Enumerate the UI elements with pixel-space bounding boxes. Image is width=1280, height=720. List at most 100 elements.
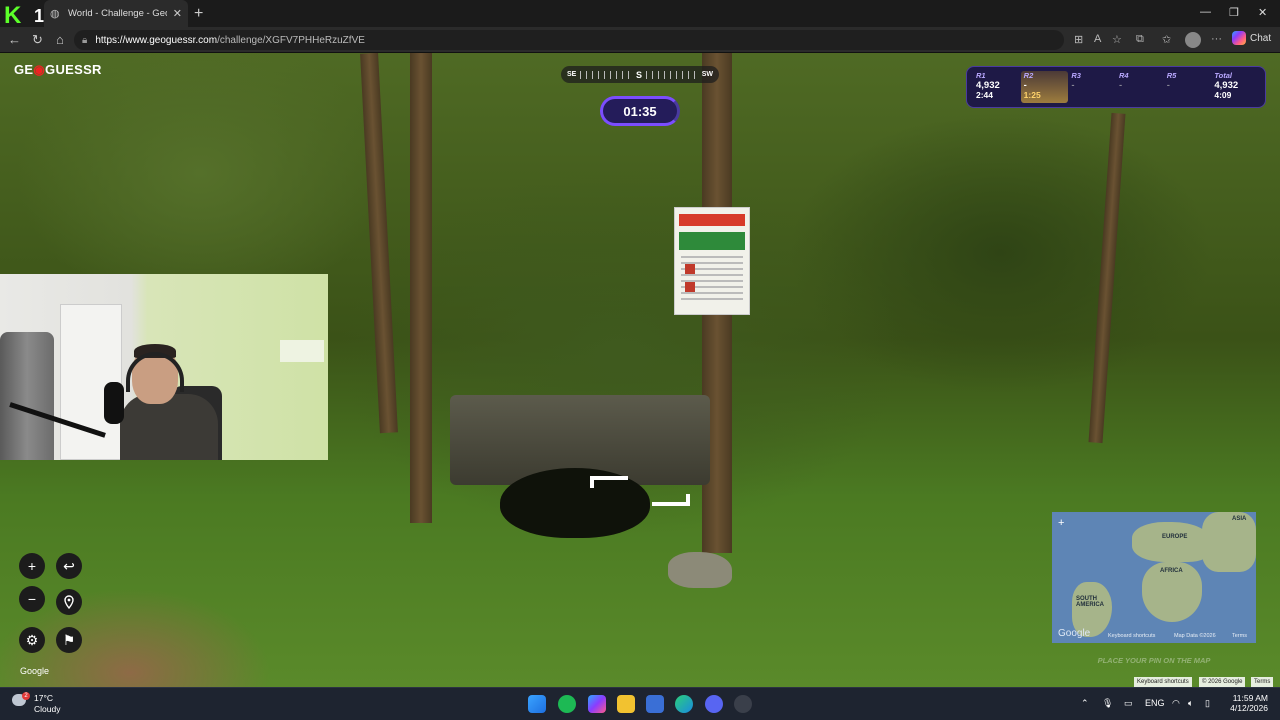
- copilot-taskbar-icon[interactable]: [588, 695, 606, 713]
- undo-move-button[interactable]: ↩: [56, 553, 82, 579]
- round-total: Total 4,932 4:09: [1211, 71, 1259, 103]
- profile-avatar[interactable]: [1185, 32, 1201, 48]
- round-r2: R2 - 1:25: [1020, 71, 1069, 103]
- round-label: R3: [1071, 71, 1081, 80]
- weather-condition[interactable]: Cloudy: [34, 704, 60, 714]
- browser-tab-bar: K 1 ◍ World - Challenge - GeoGues ✕ + — …: [0, 0, 1280, 28]
- geoguessr-logo[interactable]: GE◉GUESSR: [14, 62, 102, 78]
- overlay-one: 1: [34, 6, 45, 26]
- round-r5: R5 -: [1164, 71, 1212, 103]
- round-r4: R4 -: [1116, 71, 1164, 103]
- read-aloud-icon[interactable]: A: [1094, 33, 1101, 45]
- extensions-icon[interactable]: ⧉: [1136, 33, 1144, 46]
- map-label-europe: EUROPE: [1162, 534, 1188, 540]
- roadside-poster: [674, 207, 750, 315]
- start-menu-icon[interactable]: [528, 695, 546, 713]
- language-indicator[interactable]: ENG: [1145, 698, 1165, 708]
- minimap-expand-icon[interactable]: +: [1058, 517, 1064, 529]
- settings-button[interactable]: ⚙: [19, 627, 45, 653]
- microphone-icon[interactable]: 🎙︎: [1102, 698, 1113, 709]
- system-clock[interactable]: 11:59 AM 4/12/2026: [1224, 693, 1268, 713]
- tab-close-icon[interactable]: ✕: [173, 7, 182, 20]
- url-text: https://www.geoguessr.com/challenge/XGFV…: [95, 35, 365, 46]
- chat-label: Chat: [1250, 32, 1272, 44]
- microphone: [104, 382, 124, 424]
- map-label-south-america: SOUTH AMERICA: [1076, 596, 1104, 608]
- clock-time: 11:59 AM: [1232, 693, 1268, 703]
- show-hidden-icons[interactable]: ⌃: [1081, 698, 1089, 709]
- volume-icon[interactable]: 🔈︎: [1188, 698, 1193, 709]
- minimap-google-brand: Google: [1058, 628, 1091, 639]
- app-available-icon[interactable]: ⊞: [1074, 33, 1083, 46]
- clock-date: 4/12/2026: [1230, 703, 1268, 713]
- spotify-icon[interactable]: [558, 695, 576, 713]
- weather-temperature[interactable]: 17°C: [34, 693, 53, 703]
- map-label-asia: ASIA: [1232, 516, 1247, 522]
- battery-saver-icon[interactable]: ▭: [1124, 698, 1133, 709]
- home-icon[interactable]: ⌂: [56, 32, 64, 47]
- minimap-keyboard-shortcuts[interactable]: Keyboard shortcuts: [1108, 633, 1155, 639]
- round-time: 4:09: [1214, 90, 1232, 100]
- minimize-button[interactable]: —: [1200, 6, 1211, 18]
- flag-button[interactable]: ⚑: [56, 627, 82, 653]
- globe-icon: ◍: [50, 7, 60, 20]
- wifi-icon[interactable]: ◠: [1172, 698, 1180, 709]
- terms-link[interactable]: Terms: [1251, 677, 1274, 687]
- scoreboard: R1 4,932 2:44 R2 - 1:25 R3 - R4 - R5 - T…: [966, 66, 1266, 108]
- weather-alert-badge: 2: [22, 692, 30, 700]
- streamer-overlay-logo: K 1: [4, 4, 48, 28]
- tab-title: World - Challenge - GeoGues: [68, 8, 167, 19]
- guess-minimap[interactable]: EUROPE ASIA AFRICA SOUTH AMERICA + Googl…: [1052, 512, 1256, 643]
- zoom-in-button[interactable]: +: [19, 553, 45, 579]
- plus-icon: +: [27, 558, 37, 574]
- gear-icon: ⚙: [25, 631, 39, 648]
- logo-pin-icon: ◉: [33, 62, 46, 77]
- copilot-icon: [1232, 31, 1246, 45]
- store-icon[interactable]: [646, 695, 664, 713]
- round-points: -: [1119, 80, 1123, 91]
- tree-trunk: [360, 53, 398, 434]
- round-label: R4: [1119, 71, 1129, 80]
- battery-icon[interactable]: ▯: [1205, 698, 1210, 709]
- window-close-button[interactable]: ✕: [1258, 6, 1267, 19]
- zoom-out-button[interactable]: −: [19, 586, 45, 612]
- tree-trunk: [410, 53, 432, 523]
- edge-icon[interactable]: [675, 695, 693, 713]
- more-menu-icon[interactable]: ···: [1211, 33, 1222, 45]
- url-domain: https://www.geoguessr.com: [95, 34, 218, 46]
- browser-tab-active[interactable]: ◍ World - Challenge - GeoGues ✕: [44, 0, 188, 27]
- round-r3: R3 -: [1068, 71, 1116, 103]
- map-pin-icon: [64, 595, 74, 609]
- new-tab-button[interactable]: +: [194, 5, 203, 23]
- minimap-terms[interactable]: Terms: [1232, 633, 1247, 639]
- discord-icon[interactable]: [705, 695, 723, 713]
- keyboard-shortcuts-link[interactable]: Keyboard shortcuts: [1134, 677, 1192, 687]
- copilot-chat-button[interactable]: Chat: [1232, 31, 1271, 45]
- round-label: R1: [976, 71, 986, 80]
- return-to-start-button[interactable]: [56, 589, 82, 615]
- round-time: 1:25: [1023, 90, 1041, 100]
- pano-cursor-corner: [652, 494, 690, 506]
- favorite-star-icon[interactable]: ☆: [1112, 33, 1122, 46]
- compass-center: S: [636, 69, 643, 80]
- round-timer: 01:35: [600, 96, 680, 126]
- place-pin-hint: PLACE YOUR PIN ON THE MAP: [1097, 656, 1211, 665]
- maximize-button[interactable]: ❐: [1229, 6, 1239, 19]
- round-time: 2:44: [976, 90, 994, 100]
- favorites-icon[interactable]: ✩: [1162, 33, 1171, 46]
- google-brand: Google: [20, 666, 50, 676]
- compass-right: SW: [701, 71, 714, 78]
- minimap-map-data: Map Data ©2026: [1174, 633, 1216, 639]
- webcam-overlay: [0, 274, 328, 460]
- round-points: -: [1166, 80, 1170, 91]
- back-icon[interactable]: ←: [8, 32, 21, 47]
- map-label-africa: AFRICA: [1160, 568, 1183, 574]
- logo-text-right: GUESSR: [45, 62, 102, 77]
- compass: SE S SW: [561, 66, 719, 83]
- app-icon[interactable]: [734, 695, 752, 713]
- file-explorer-icon[interactable]: [617, 695, 635, 713]
- address-bar[interactable]: 🔒︎ https://www.geoguessr.com/challenge/X…: [74, 30, 1064, 50]
- flag-icon: ⚑: [62, 631, 76, 648]
- compass-left: SE: [567, 71, 577, 78]
- refresh-icon[interactable]: ↻: [32, 32, 43, 48]
